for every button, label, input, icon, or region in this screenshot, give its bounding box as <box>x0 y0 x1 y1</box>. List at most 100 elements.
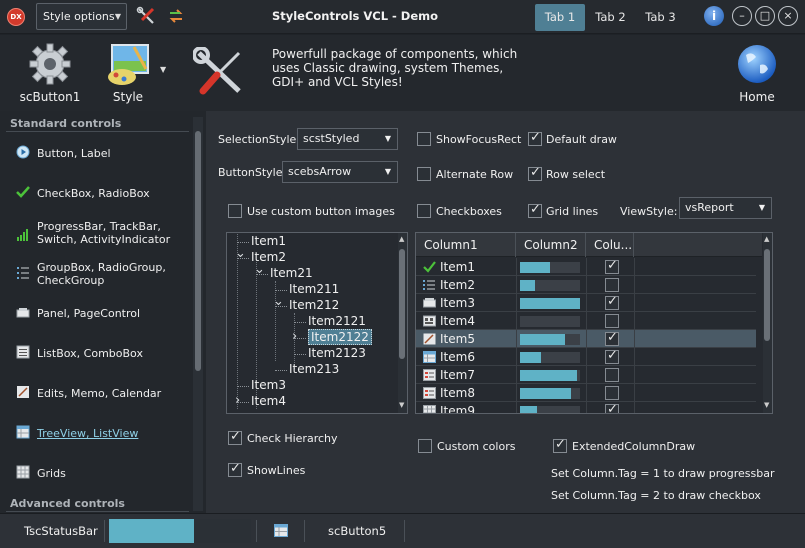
custom-colors-checkbox[interactable] <box>418 439 432 453</box>
status-label: TscStatusBar <box>24 524 98 538</box>
tree-item-label: Item212 <box>289 298 340 312</box>
row-checkbox[interactable] <box>605 330 619 346</box>
tree-item[interactable]: Item2121 <box>308 314 366 328</box>
style-options-dropdown[interactable]: Style options ▼ <box>36 3 127 30</box>
sidebar-item-checkbox-radiobox[interactable]: CheckBox, RadioBox <box>6 183 189 203</box>
sidebar-item-listbox-combobox[interactable]: ListBox, ComboBox <box>6 343 189 363</box>
tree-item[interactable]: Item213 <box>289 362 339 376</box>
tree-item[interactable]: Item2123 <box>308 346 366 360</box>
tree-item[interactable]: Item212 <box>289 298 339 312</box>
button-style-value: scebsArrow <box>288 165 352 178</box>
scrollbar-thumb[interactable] <box>764 249 770 341</box>
tree-item-label: Item2123 <box>308 346 366 360</box>
alternate-row-checkbox[interactable] <box>417 167 431 181</box>
list-form-icon <box>423 369 436 381</box>
row-checkbox[interactable] <box>605 294 619 310</box>
progress-fill <box>520 370 577 381</box>
sidebar-item-progressbar[interactable]: ProgressBar, TrackBar, Switch, ActivityI… <box>6 217 189 247</box>
divider <box>6 511 189 512</box>
scroll-up-icon[interactable]: ▲ <box>764 235 769 243</box>
sidebar-item-panel-pagecontrol[interactable]: Panel, PageControl <box>6 303 189 323</box>
scbutton1-button[interactable]: scButton1 <box>14 35 86 111</box>
button-style-combo[interactable]: scebsArrow ▼ <box>282 161 398 183</box>
column-header[interactable]: Colu... <box>586 233 634 257</box>
extended-column-draw-checkbox[interactable] <box>553 437 567 453</box>
tree-item[interactable]: Item21 <box>270 266 313 280</box>
tree-item-label: Item2122 <box>308 329 372 345</box>
default-draw-checkbox[interactable] <box>528 130 542 146</box>
sidebar-item-edits-memo-calendar[interactable]: Edits, Memo, Calendar <box>6 383 189 403</box>
row-checkbox[interactable] <box>605 368 619 382</box>
maximize-button[interactable]: □ <box>755 6 775 26</box>
chevron-right-icon[interactable]: › <box>235 393 240 408</box>
list-scrollbar[interactable]: ▲ ▼ <box>763 233 772 413</box>
scroll-down-icon[interactable]: ▼ <box>764 401 769 409</box>
progress-fill <box>520 280 535 291</box>
row-checkbox[interactable] <box>605 402 619 413</box>
scroll-up-icon[interactable]: ▲ <box>399 235 404 243</box>
app-icon[interactable]: DX <box>7 8 25 26</box>
tree-item[interactable]: Item2122 <box>308 329 372 345</box>
scbutton5-button[interactable]: scButton5 <box>328 524 386 538</box>
tree-item-label: Item211 <box>289 282 340 296</box>
sidebar-item-grids[interactable]: Grids <box>6 463 189 483</box>
swap-icon[interactable] <box>167 7 185 25</box>
row-label: Item4 <box>440 314 475 328</box>
check-hierarchy-checkbox[interactable] <box>228 429 242 445</box>
row-select-checkbox[interactable] <box>528 165 542 181</box>
table-icon <box>16 425 30 439</box>
style-button[interactable]: ▼ Style <box>100 35 174 111</box>
sidebar-item-label: CheckBox, RadioBox <box>37 187 150 200</box>
tree-item[interactable]: Item3 <box>251 378 286 392</box>
sidebar-scrollbar[interactable] <box>193 117 203 511</box>
extended-column-draw-label: ExtendedColumnDraw <box>572 440 696 453</box>
show-lines-checkbox[interactable] <box>228 461 242 477</box>
tab-3[interactable]: Tab 3 <box>637 4 684 31</box>
tools-icon[interactable] <box>136 6 156 26</box>
tree-guide <box>275 281 276 361</box>
selection-style-label: SelectionStyle: <box>218 133 301 146</box>
table-icon[interactable] <box>274 524 288 537</box>
selection-style-combo[interactable]: scstStyled ▼ <box>297 128 398 150</box>
sidebar-item-button-label[interactable]: Button, Label <box>6 143 189 163</box>
tree-item[interactable]: Item211 <box>289 282 339 296</box>
row-checkbox[interactable] <box>605 386 619 400</box>
close-button[interactable]: × <box>778 6 798 26</box>
row-progressbar <box>520 406 580 413</box>
row-checkbox[interactable] <box>605 348 619 364</box>
sidebar-item-groupbox[interactable]: GroupBox, RadioGroup, CheckGroup <box>6 258 189 288</box>
list-view[interactable]: Column1 Column2 Colu... Item1Item2Item3I… <box>415 232 773 414</box>
grid-lines-checkbox[interactable] <box>528 202 542 218</box>
home-button[interactable]: Home <box>730 35 784 111</box>
view-style-combo[interactable]: vsReport ▼ <box>679 197 772 219</box>
tab-2[interactable]: Tab 2 <box>587 4 634 31</box>
minimize-button[interactable]: – <box>732 6 752 26</box>
progress-fill <box>520 406 537 413</box>
chevron-down-icon[interactable]: ⌄ <box>273 294 284 309</box>
row-checkbox[interactable] <box>605 278 619 292</box>
custom-images-checkbox[interactable] <box>228 204 242 218</box>
tree-connector <box>275 370 287 371</box>
scroll-down-icon[interactable]: ▼ <box>399 401 404 409</box>
tab-1[interactable]: Tab 1 <box>535 4 585 31</box>
tree-item[interactable]: Item4 <box>251 394 286 408</box>
column-header[interactable]: Column1 <box>416 233 516 257</box>
scrollbar-thumb[interactable] <box>195 131 201 371</box>
chevron-down-icon[interactable]: ⌄ <box>254 262 265 277</box>
row-checkbox[interactable] <box>605 258 619 274</box>
column-header[interactable]: Column2 <box>516 233 586 257</box>
row-progressbar <box>520 316 580 327</box>
sidebar-item-treeview-listview[interactable]: TreeView, ListView <box>6 423 189 443</box>
chevron-down-icon[interactable]: ⌄ <box>235 246 246 261</box>
edit-icon <box>423 333 436 345</box>
tree-item[interactable]: Item1 <box>251 234 286 248</box>
show-focus-rect-checkbox[interactable] <box>417 132 431 146</box>
tree-view[interactable]: Item1 ⌄ Item2 ⌄ Item21 Item211 ⌄ Item212 Item212… <box>226 232 408 414</box>
row-checkbox[interactable] <box>605 314 619 328</box>
help-icon[interactable]: i <box>704 6 724 26</box>
checkboxes-checkbox[interactable] <box>417 204 431 218</box>
tree-scrollbar[interactable]: ▲ ▼ <box>398 233 407 413</box>
table-icon <box>423 351 436 363</box>
scrollbar-thumb[interactable] <box>399 249 405 359</box>
chevron-right-icon[interactable]: › <box>292 329 297 344</box>
